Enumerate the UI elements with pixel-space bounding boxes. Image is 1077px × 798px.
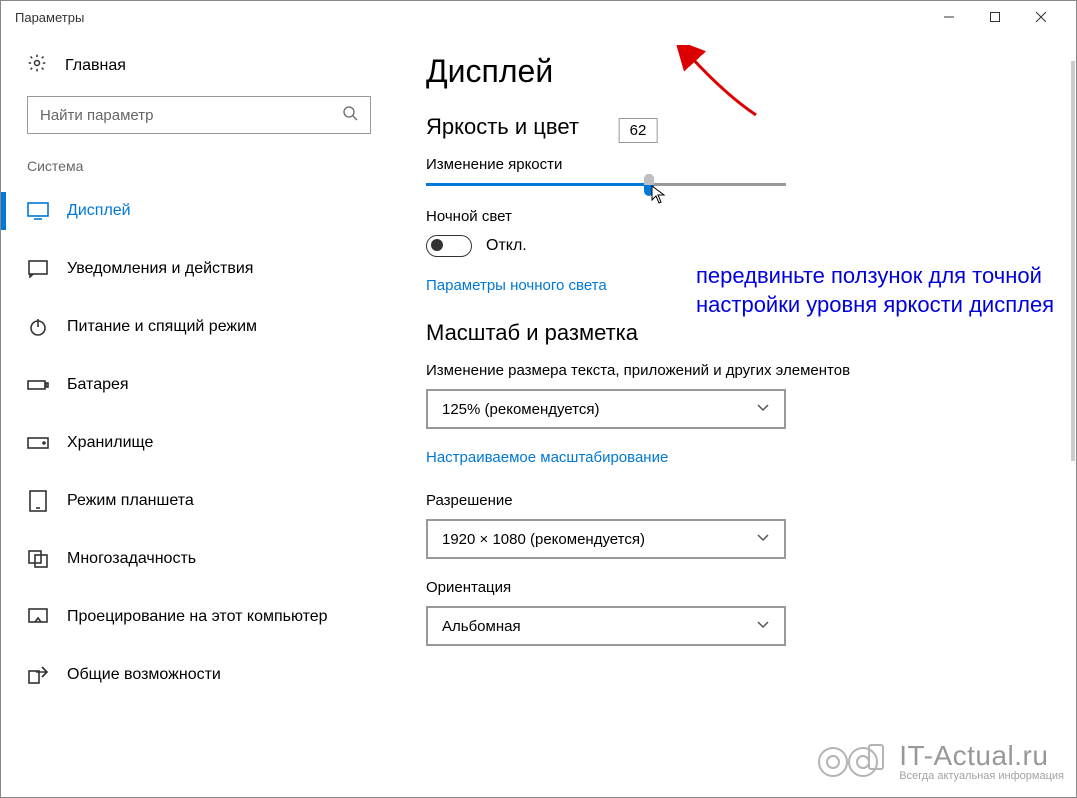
sidebar-item-display[interactable]: Дисплей — [1, 182, 396, 240]
custom-scaling-link[interactable]: Настраиваемое масштабирование — [426, 449, 1046, 466]
chevron-down-icon — [756, 400, 770, 418]
watermark-main: IT-Actual.ru — [899, 742, 1064, 770]
battery-icon — [27, 374, 49, 396]
sidebar-item-battery[interactable]: Батарея — [1, 356, 396, 414]
scale-label: Изменение размера текста, приложений и д… — [426, 362, 1046, 379]
brightness-slider[interactable] — [426, 183, 786, 186]
night-light-state: Откл. — [486, 237, 527, 255]
search-input[interactable]: Найти параметр — [27, 96, 371, 134]
power-icon — [27, 316, 49, 338]
sidebar-item-notifications[interactable]: Уведомления и действия — [1, 240, 396, 298]
multitask-icon — [27, 548, 49, 570]
resolution-dropdown[interactable]: 1920 × 1080 (рекомендуется) — [426, 519, 786, 559]
notifications-icon — [27, 258, 49, 280]
watermark: IT-Actual.ru Всегда актуальная информаци… — [815, 737, 1064, 787]
storage-icon — [27, 432, 49, 454]
gear-icon — [27, 53, 47, 78]
scale-dropdown[interactable]: 125% (рекомендуется) — [426, 389, 786, 429]
sidebar-item-label: Общие возможности — [67, 666, 221, 684]
maximize-button[interactable] — [972, 1, 1018, 33]
search-icon — [342, 105, 358, 125]
sidebar-item-power[interactable]: Питание и спящий режим — [1, 298, 396, 356]
sidebar-item-label: Дисплей — [67, 202, 131, 220]
main-panel: Дисплей Яркость и цвет 62 Изменение ярко… — [396, 33, 1076, 797]
cursor-icon — [651, 185, 667, 210]
sidebar-item-label: Питание и спящий режим — [67, 318, 257, 336]
sidebar: Главная Найти параметр Система Дисплей — [1, 33, 396, 797]
minimize-button[interactable] — [926, 1, 972, 33]
sidebar-item-label: Уведомления и действия — [67, 260, 253, 278]
display-icon — [27, 200, 49, 222]
chevron-down-icon — [756, 617, 770, 635]
brightness-tooltip: 62 — [619, 118, 658, 143]
sidebar-item-label: Режим планшета — [67, 492, 194, 510]
orientation-label: Ориентация — [426, 579, 1046, 596]
titlebar: Параметры — [1, 1, 1076, 33]
scrollbar[interactable] — [1071, 61, 1075, 461]
annotation-text: передвиньте ползунок для точной настройк… — [696, 261, 1056, 319]
scale-value: 125% (рекомендуется) — [442, 401, 756, 418]
sidebar-item-label: Проецирование на этот компьютер — [67, 608, 328, 626]
chevron-down-icon — [756, 530, 770, 548]
home-label: Главная — [65, 57, 126, 75]
window-controls — [926, 1, 1064, 33]
orientation-dropdown[interactable]: Альбомная — [426, 606, 786, 646]
home-link[interactable]: Главная — [1, 53, 396, 96]
brightness-label: Изменение яркости — [426, 156, 1046, 173]
sidebar-item-projecting[interactable]: Проецирование на этот компьютер — [1, 588, 396, 646]
sidebar-item-multitask[interactable]: Многозадачность — [1, 530, 396, 588]
night-light-label: Ночной свет — [426, 208, 1046, 225]
projecting-icon — [27, 606, 49, 628]
sidebar-item-label: Хранилище — [67, 434, 153, 452]
annotation-arrow — [676, 45, 766, 125]
sidebar-item-storage[interactable]: Хранилище — [1, 414, 396, 472]
resolution-value: 1920 × 1080 (рекомендуется) — [442, 531, 756, 548]
sidebar-item-label: Батарея — [67, 376, 129, 394]
resolution-label: Разрешение — [426, 492, 1046, 509]
scale-section-heading: Масштаб и разметка — [426, 320, 1046, 346]
search-placeholder: Найти параметр — [40, 107, 342, 124]
section-label: Система — [1, 158, 396, 182]
sidebar-item-label: Многозадачность — [67, 550, 196, 568]
watermark-sub: Всегда актуальная информация — [899, 770, 1064, 782]
shared-icon — [27, 664, 49, 686]
tablet-icon — [27, 490, 49, 512]
sidebar-item-tablet[interactable]: Режим планшета — [1, 472, 396, 530]
sidebar-item-shared[interactable]: Общие возможности — [1, 646, 396, 704]
close-button[interactable] — [1018, 1, 1064, 33]
night-light-toggle[interactable] — [426, 235, 472, 257]
orientation-value: Альбомная — [442, 618, 756, 635]
window-title: Параметры — [13, 10, 926, 25]
